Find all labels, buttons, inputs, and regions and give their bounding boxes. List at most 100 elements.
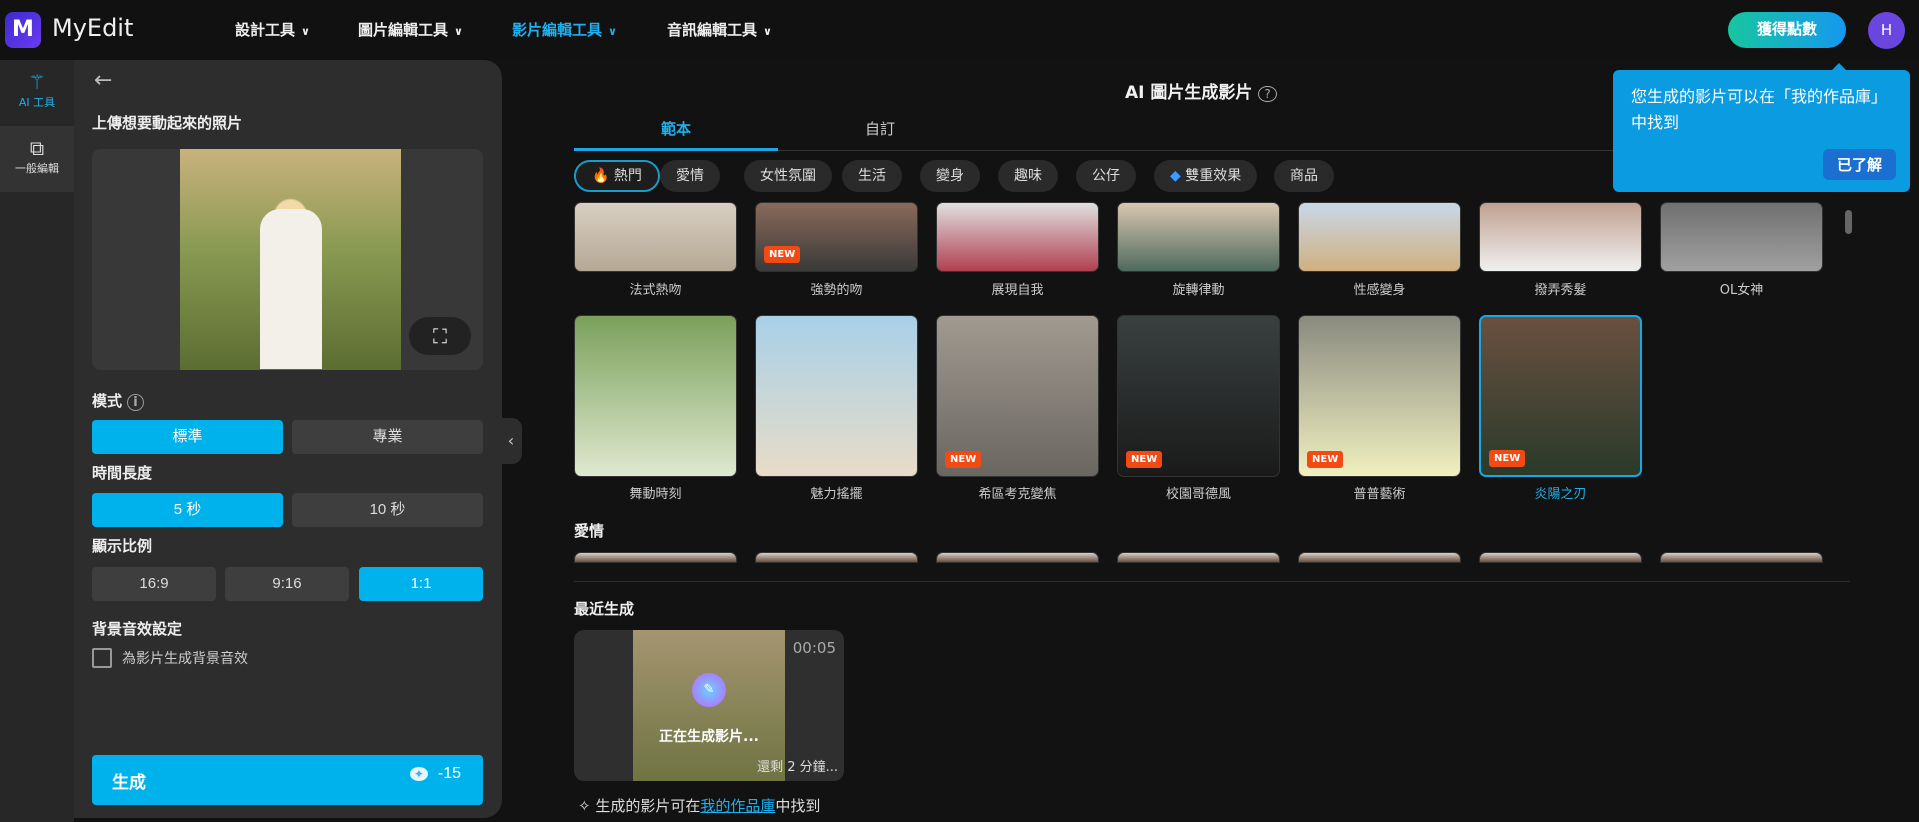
chip-category[interactable]: 生活	[842, 160, 902, 192]
collapse-panel-button[interactable]: ‹	[500, 418, 522, 464]
chip-category[interactable]: ◆ 雙重效果	[1154, 160, 1258, 192]
template-card[interactable]	[574, 552, 737, 563]
credit-cost-value: -15	[437, 765, 461, 782]
scrollbar-thumb[interactable]	[1845, 210, 1852, 234]
credit-cost: ✦ -15	[409, 765, 461, 783]
template-card[interactable]	[755, 315, 918, 477]
template-card[interactable]: NEW	[1479, 315, 1642, 477]
ratio-9-16-button[interactable]: 9:16	[225, 567, 349, 601]
template-card[interactable]	[1298, 202, 1461, 272]
info-icon[interactable]: i	[127, 394, 144, 411]
template-label: 法式熱吻	[629, 283, 682, 298]
template-card[interactable]	[936, 202, 1099, 272]
top-bar: M MyEdit 設計工具 ∨ 圖片編輯工具 ∨ 影片編輯工具 ∨ 音訊編輯工具 ∨ 獲…	[0, 0, 1919, 60]
page-title: AI 圖片生成影片 ?	[1125, 78, 1277, 103]
nav-label: 設計工具	[235, 21, 296, 39]
chip-category[interactable]: 女性氛圍	[744, 160, 832, 192]
diamond-icon: ◆	[1170, 168, 1186, 184]
template-card[interactable]: NEW	[936, 315, 1099, 477]
chip-category[interactable]: 趣味	[998, 160, 1058, 192]
nav-video-tools[interactable]: 影片編輯工具 ∨	[512, 19, 617, 40]
logo-icon[interactable]: M	[5, 12, 41, 48]
tool-rail: ⚚ AI 工具 ⧉ 一般編輯	[0, 60, 74, 822]
my-library-link[interactable]: 我的作品庫	[700, 797, 775, 815]
sparkle-icon: ✧	[578, 797, 591, 815]
audio-checkbox-row[interactable]: 為影片生成背景音效	[92, 648, 248, 668]
template-card[interactable]	[574, 202, 737, 272]
duration-5s-button[interactable]: 5 秒	[92, 493, 283, 527]
template-card[interactable]	[1298, 552, 1461, 563]
chip-category[interactable]: 商品	[1274, 160, 1334, 192]
template-card[interactable]	[1479, 552, 1642, 563]
chip-category[interactable]: 變身	[920, 160, 980, 192]
audio-checkbox-label: 為影片生成背景音效	[122, 651, 248, 667]
tab-templates[interactable]: 範本	[574, 118, 778, 151]
rail-label: 一般編輯	[15, 162, 59, 175]
mode-label-text: 模式	[92, 392, 123, 410]
nav-label: 影片編輯工具	[512, 21, 603, 39]
get-points-button[interactable]: 獲得點數	[1728, 12, 1846, 48]
time-remaining: 還剩 2 分鐘...	[757, 760, 838, 775]
nav-design-tools[interactable]: 設計工具 ∨	[235, 19, 310, 40]
help-icon[interactable]: ?	[1258, 86, 1277, 102]
rail-label: AI 工具	[18, 96, 56, 109]
template-card[interactable]	[1660, 552, 1823, 563]
library-hint: ✧ 生成的影片可在我的作品庫中找到	[578, 795, 820, 816]
template-label: 強勢的吻	[810, 283, 863, 298]
template-card[interactable]: NEW	[1298, 315, 1461, 477]
template-label: 校園哥德風	[1165, 487, 1231, 502]
section-romance-title: 愛情	[574, 522, 605, 540]
mode-pro-button[interactable]: 專業	[292, 420, 483, 454]
chevron-down-icon: ∨	[608, 25, 617, 38]
template-card[interactable]	[574, 315, 737, 477]
ratio-1-1-button[interactable]: 1:1	[359, 567, 483, 601]
template-card[interactable]	[1117, 202, 1280, 272]
back-arrow-icon[interactable]: ←	[94, 68, 112, 93]
mode-standard-button[interactable]: 標準	[92, 420, 283, 454]
nav-image-tools[interactable]: 圖片編輯工具 ∨	[358, 19, 463, 40]
mode-label: 模式 i	[92, 390, 144, 411]
upload-image-box[interactable]: ⛶	[92, 149, 483, 370]
section-divider	[574, 581, 1850, 582]
tab-custom[interactable]: 自訂	[778, 118, 982, 139]
nav-audio-tools[interactable]: 音訊編輯工具 ∨	[667, 19, 772, 40]
template-label: 魅力搖擺	[810, 487, 863, 502]
template-label: 希區考克變焦	[978, 487, 1057, 502]
template-card[interactable]	[1479, 202, 1642, 272]
template-label: 旋轉律動	[1172, 283, 1225, 298]
chip-label: 變身	[936, 168, 964, 184]
credit-icon: ✦	[409, 767, 428, 781]
crop-icon[interactable]: ⛶	[409, 317, 471, 355]
app-name[interactable]: MyEdit	[52, 14, 133, 42]
template-card[interactable]	[1660, 202, 1823, 272]
chip-label: 愛情	[676, 168, 704, 184]
template-card[interactable]	[936, 552, 1099, 563]
rail-item-ai-tools[interactable]: ⚚ AI 工具	[0, 60, 74, 126]
uploaded-photo	[180, 149, 401, 370]
chip-category[interactable]: 🔥 熱門	[574, 160, 660, 192]
recent-video-card[interactable]: ✎ 正在生成影片... 00:05 還剩 2 分鐘...	[574, 630, 844, 781]
hint-text: 生成的影片可在	[595, 797, 701, 815]
template-label: 撥弄秀髮	[1534, 283, 1587, 298]
chip-category[interactable]: 愛情	[660, 160, 720, 192]
chip-label: 雙重效果	[1185, 168, 1242, 184]
generating-icon: ✎	[692, 673, 726, 707]
rail-item-general-edit[interactable]: ⧉ 一般編輯	[0, 126, 74, 192]
chip-label: 商品	[1290, 168, 1318, 184]
template-card[interactable]	[1117, 552, 1280, 563]
template-card[interactable]: NEW	[755, 202, 918, 272]
fire-icon: 🔥	[592, 168, 614, 184]
got-it-button[interactable]: 已了解	[1822, 149, 1896, 180]
duration-10s-button[interactable]: 10 秒	[292, 493, 483, 527]
template-card[interactable]: NEW	[1117, 315, 1280, 477]
chip-category[interactable]: 公仔	[1076, 160, 1136, 192]
new-badge: NEW	[945, 451, 982, 468]
tooltip-text: 您生成的影片可以在「我的作品庫」中找到	[1631, 87, 1888, 132]
template-label: 展現自我	[991, 283, 1044, 298]
audio-checkbox[interactable]	[92, 648, 112, 668]
chevron-left-icon: ‹	[507, 431, 515, 450]
ratio-16-9-button[interactable]: 16:9	[92, 567, 216, 601]
template-card[interactable]	[755, 552, 918, 563]
avatar[interactable]: H	[1868, 12, 1905, 49]
generate-button[interactable]: 生成 ✦ -15	[92, 755, 483, 805]
